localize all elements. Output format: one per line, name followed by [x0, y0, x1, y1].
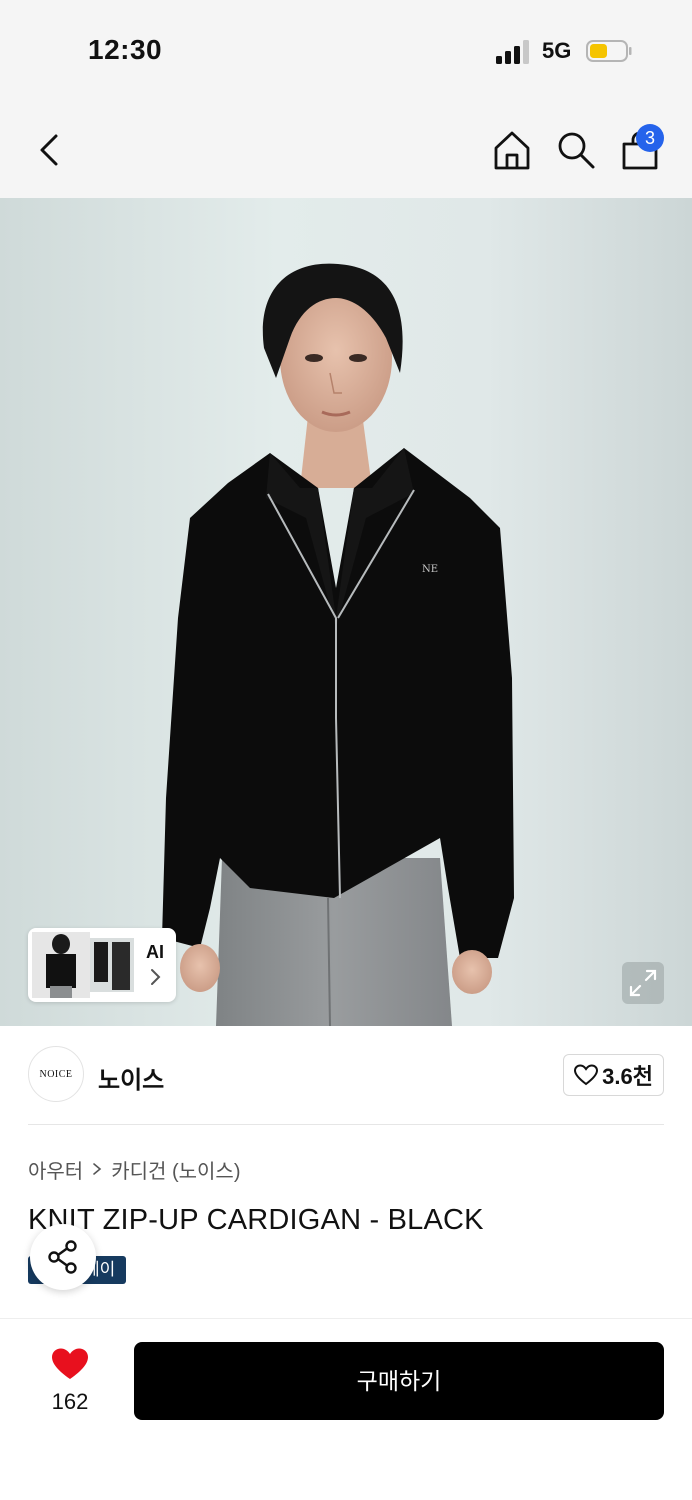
network-type: 5G [542, 38, 572, 63]
share-icon [48, 1240, 77, 1274]
back-arrow-icon[interactable] [30, 130, 70, 170]
chevron-right-icon [151, 969, 161, 985]
brand-logo[interactable]: NOICE [28, 1046, 84, 1102]
battery-icon [586, 40, 632, 62]
cart-count-badge: 3 [636, 124, 664, 152]
brand-like-button[interactable]: 3.6천 [563, 1054, 664, 1096]
product-title: KNIT ZIP-UP CARDIGAN - BLACK [28, 1204, 484, 1236]
brand-row: NOICE 노이스 3.6천 [28, 1046, 664, 1106]
buy-button[interactable]: 구매하기 [134, 1342, 664, 1420]
heart-outline-icon [574, 1064, 599, 1086]
breadcrumb: 아우터 카디건 (노이스) [28, 1155, 240, 1184]
wishlist-count: 162 [51, 1389, 89, 1414]
wishlist-button[interactable]: 162 [30, 1345, 110, 1415]
chevron-right-icon [93, 1163, 102, 1175]
ai-style-recommendation-chip[interactable]: AI [28, 928, 176, 1002]
brand-name[interactable]: 노이스 [98, 1060, 164, 1095]
ai-thumbnail-stack [32, 932, 134, 998]
status-time: 12:30 [88, 34, 163, 65]
breadcrumb-category[interactable]: 아우터 [28, 1155, 83, 1184]
expand-image-button[interactable] [622, 962, 664, 1004]
product-hero-image[interactable]: NE AI [0, 198, 692, 1026]
status-bar: 12:30 5G [0, 0, 692, 100]
breadcrumb-subcategory[interactable]: 카디건 (노이스) [111, 1155, 240, 1184]
bottom-action-bar: 162 구매하기 [0, 1318, 692, 1500]
top-navigation-bar [0, 100, 692, 198]
home-icon[interactable] [490, 128, 534, 172]
divider [28, 1124, 664, 1125]
expand-icon [629, 969, 657, 997]
search-icon[interactable] [554, 128, 598, 172]
cellular-signal-icon [496, 40, 529, 64]
share-button[interactable] [30, 1224, 96, 1290]
brand-like-count: 3.6천 [602, 1064, 653, 1089]
chest-logo: NE [422, 564, 438, 575]
product-detail-page: 12:30 5G 3 NE AI NOICE 노이스 3.6천 아우터 카디건 … [0, 0, 692, 1500]
ai-label: AI [146, 942, 164, 962]
model-photo: NE [162, 263, 514, 1026]
heart-filled-icon [52, 1348, 88, 1379]
